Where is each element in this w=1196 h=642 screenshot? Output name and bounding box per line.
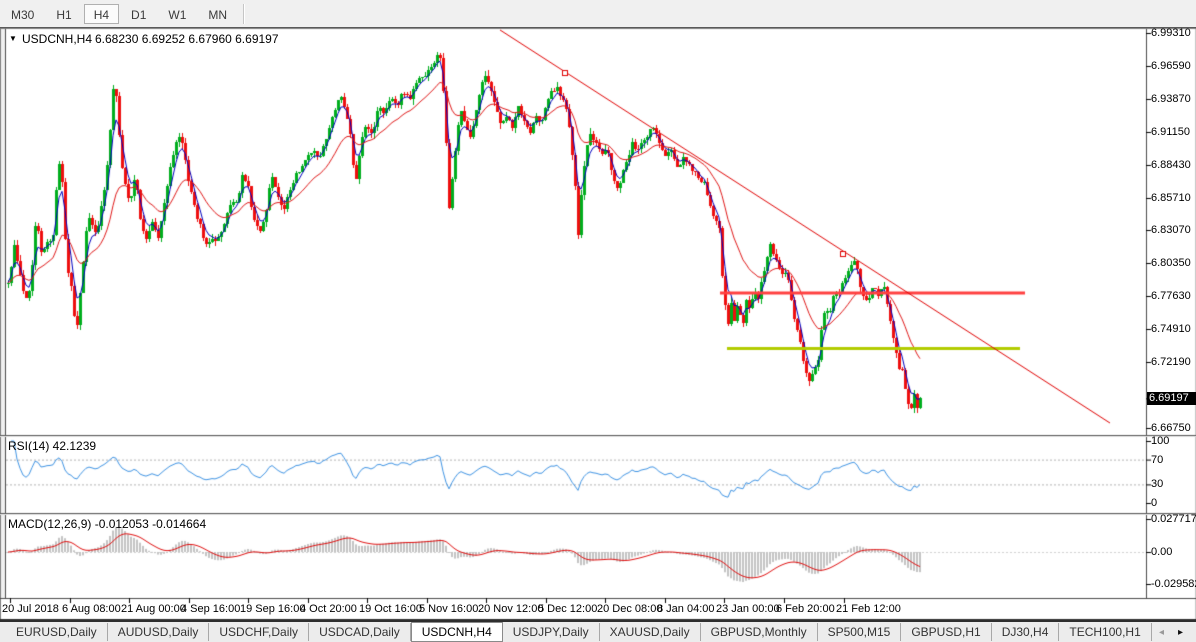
macd-axis-tick-label: 0.00 [1151, 546, 1172, 558]
price-axis-tick-label: 6.93870 [1151, 93, 1191, 105]
time-axis-label: 20 Dec 08:00 [597, 603, 662, 615]
time-axis-label: 6 Feb 20:00 [776, 603, 835, 615]
symbol-tabbar: EURUSD,DailyAUDUSD,DailyUSDCHF,DailyUSDC… [0, 620, 1196, 642]
time-axis-label: 19 Sep 16:00 [240, 603, 305, 615]
chart-marker-icon: ▼ [9, 35, 17, 43]
price-axis-tick-label: 6.83070 [1151, 224, 1191, 236]
time-axis-label: 20 Jul 2018 [2, 603, 59, 615]
time-axis-label: 4 Sep 16:00 [181, 603, 240, 615]
timeframe-button-w1[interactable]: W1 [158, 4, 196, 24]
time-axis-label: 21 Aug 00:00 [121, 603, 186, 615]
timeframe-button-m30[interactable]: M30 [1, 4, 44, 24]
timeframe-button-h1[interactable]: H1 [46, 4, 81, 24]
chart-title-symbol: USDCNH,H4 [22, 32, 92, 46]
tab-usdjpy[interactable]: USDJPY,Daily [503, 623, 600, 641]
rsi-axis-tick-label: 0 [1151, 497, 1157, 509]
tab-usdcnh[interactable]: USDCNH,H4 [411, 622, 503, 642]
tabs-scroll-left-icon[interactable]: ◂ [1152, 627, 1171, 638]
tab-scroll-arrows: ◂▸ [1152, 627, 1196, 638]
current-price-label: 6.69197 [1147, 392, 1196, 405]
tab-dj30[interactable]: DJ30,H4 [992, 623, 1060, 641]
main-price-chart-region[interactable] [6, 30, 1146, 435]
price-axis-tick-label: 6.72190 [1151, 356, 1191, 368]
price-axis-tick-label: 6.96590 [1151, 60, 1191, 72]
price-axis-tick-label: 6.66750 [1151, 422, 1191, 434]
macd-axis-tick-label: 0.027717 [1151, 513, 1196, 525]
price-axis-tick-label: 6.80350 [1151, 257, 1191, 269]
rsi-axis-tick-label: 70 [1151, 454, 1163, 466]
tab-tech100[interactable]: TECH100,H1 [1059, 623, 1151, 641]
time-axis-label: 21 Feb 12:00 [836, 603, 901, 615]
time-axis-label: 19 Oct 16:00 [359, 603, 422, 615]
tab-sp500[interactable]: SP500,M15 [818, 623, 902, 641]
timeframe-toolbar: M30H1H4D1W1MN [0, 0, 1196, 28]
time-axis-label: 8 Jan 04:00 [657, 603, 715, 615]
time-axis-label: 20 Nov 12:00 [478, 603, 543, 615]
time-axis-label: 4 Oct 20:00 [300, 603, 357, 615]
time-axis-label: 5 Nov 16:00 [419, 603, 478, 615]
tab-usdcad[interactable]: USDCAD,Daily [309, 623, 411, 641]
tab-gbpusd[interactable]: GBPUSD,Monthly [701, 623, 818, 641]
chart-window: ▼ USDCNH,H4 6.68230 6.69252 6.67960 6.69… [0, 28, 1196, 620]
tab-xauusd[interactable]: XAUUSD,Daily [600, 623, 701, 641]
rsi-axis-tick-label: 100 [1151, 435, 1169, 447]
price-axis-tick-label: 6.91150 [1151, 126, 1190, 138]
price-axis-tick-label: 6.99310 [1151, 27, 1191, 39]
rsi-axis-tick-label: 30 [1151, 478, 1163, 490]
macd-label: MACD(12,26,9) -0.012053 -0.014664 [8, 517, 206, 531]
macd-axis-tick-label: -0.029582 [1151, 578, 1196, 590]
time-axis-label: 5 Dec 12:00 [538, 603, 597, 615]
price-axis-tick-label: 6.85710 [1151, 192, 1191, 204]
price-axis-tick-label: 6.88430 [1151, 159, 1191, 171]
timeframe-button-mn[interactable]: MN [198, 4, 237, 24]
rsi-label: RSI(14) 42.1239 [8, 439, 96, 453]
tab-eurusd[interactable]: EURUSD,Daily [6, 623, 108, 641]
tab-audusd[interactable]: AUDUSD,Daily [108, 623, 210, 641]
timeframe-button-h4[interactable]: H4 [84, 4, 119, 24]
chart-title-ohlc: 6.68230 6.69252 6.67960 6.69197 [95, 32, 279, 46]
price-axis-tick-label: 6.77630 [1151, 290, 1191, 302]
toolbar-separator [243, 4, 245, 24]
tab-gbpusd[interactable]: GBPUSD,H1 [901, 623, 991, 641]
tab-usdchf[interactable]: USDCHF,Daily [209, 623, 309, 641]
timeframe-button-d1[interactable]: D1 [121, 4, 156, 24]
tabs-scroll-right-icon[interactable]: ▸ [1171, 627, 1190, 638]
rsi-indicator-region[interactable] [6, 437, 1146, 511]
time-axis-label: 6 Aug 08:00 [62, 603, 121, 615]
time-axis-label: 23 Jan 00:00 [716, 603, 780, 615]
price-axis-tick-label: 6.74910 [1151, 323, 1191, 335]
